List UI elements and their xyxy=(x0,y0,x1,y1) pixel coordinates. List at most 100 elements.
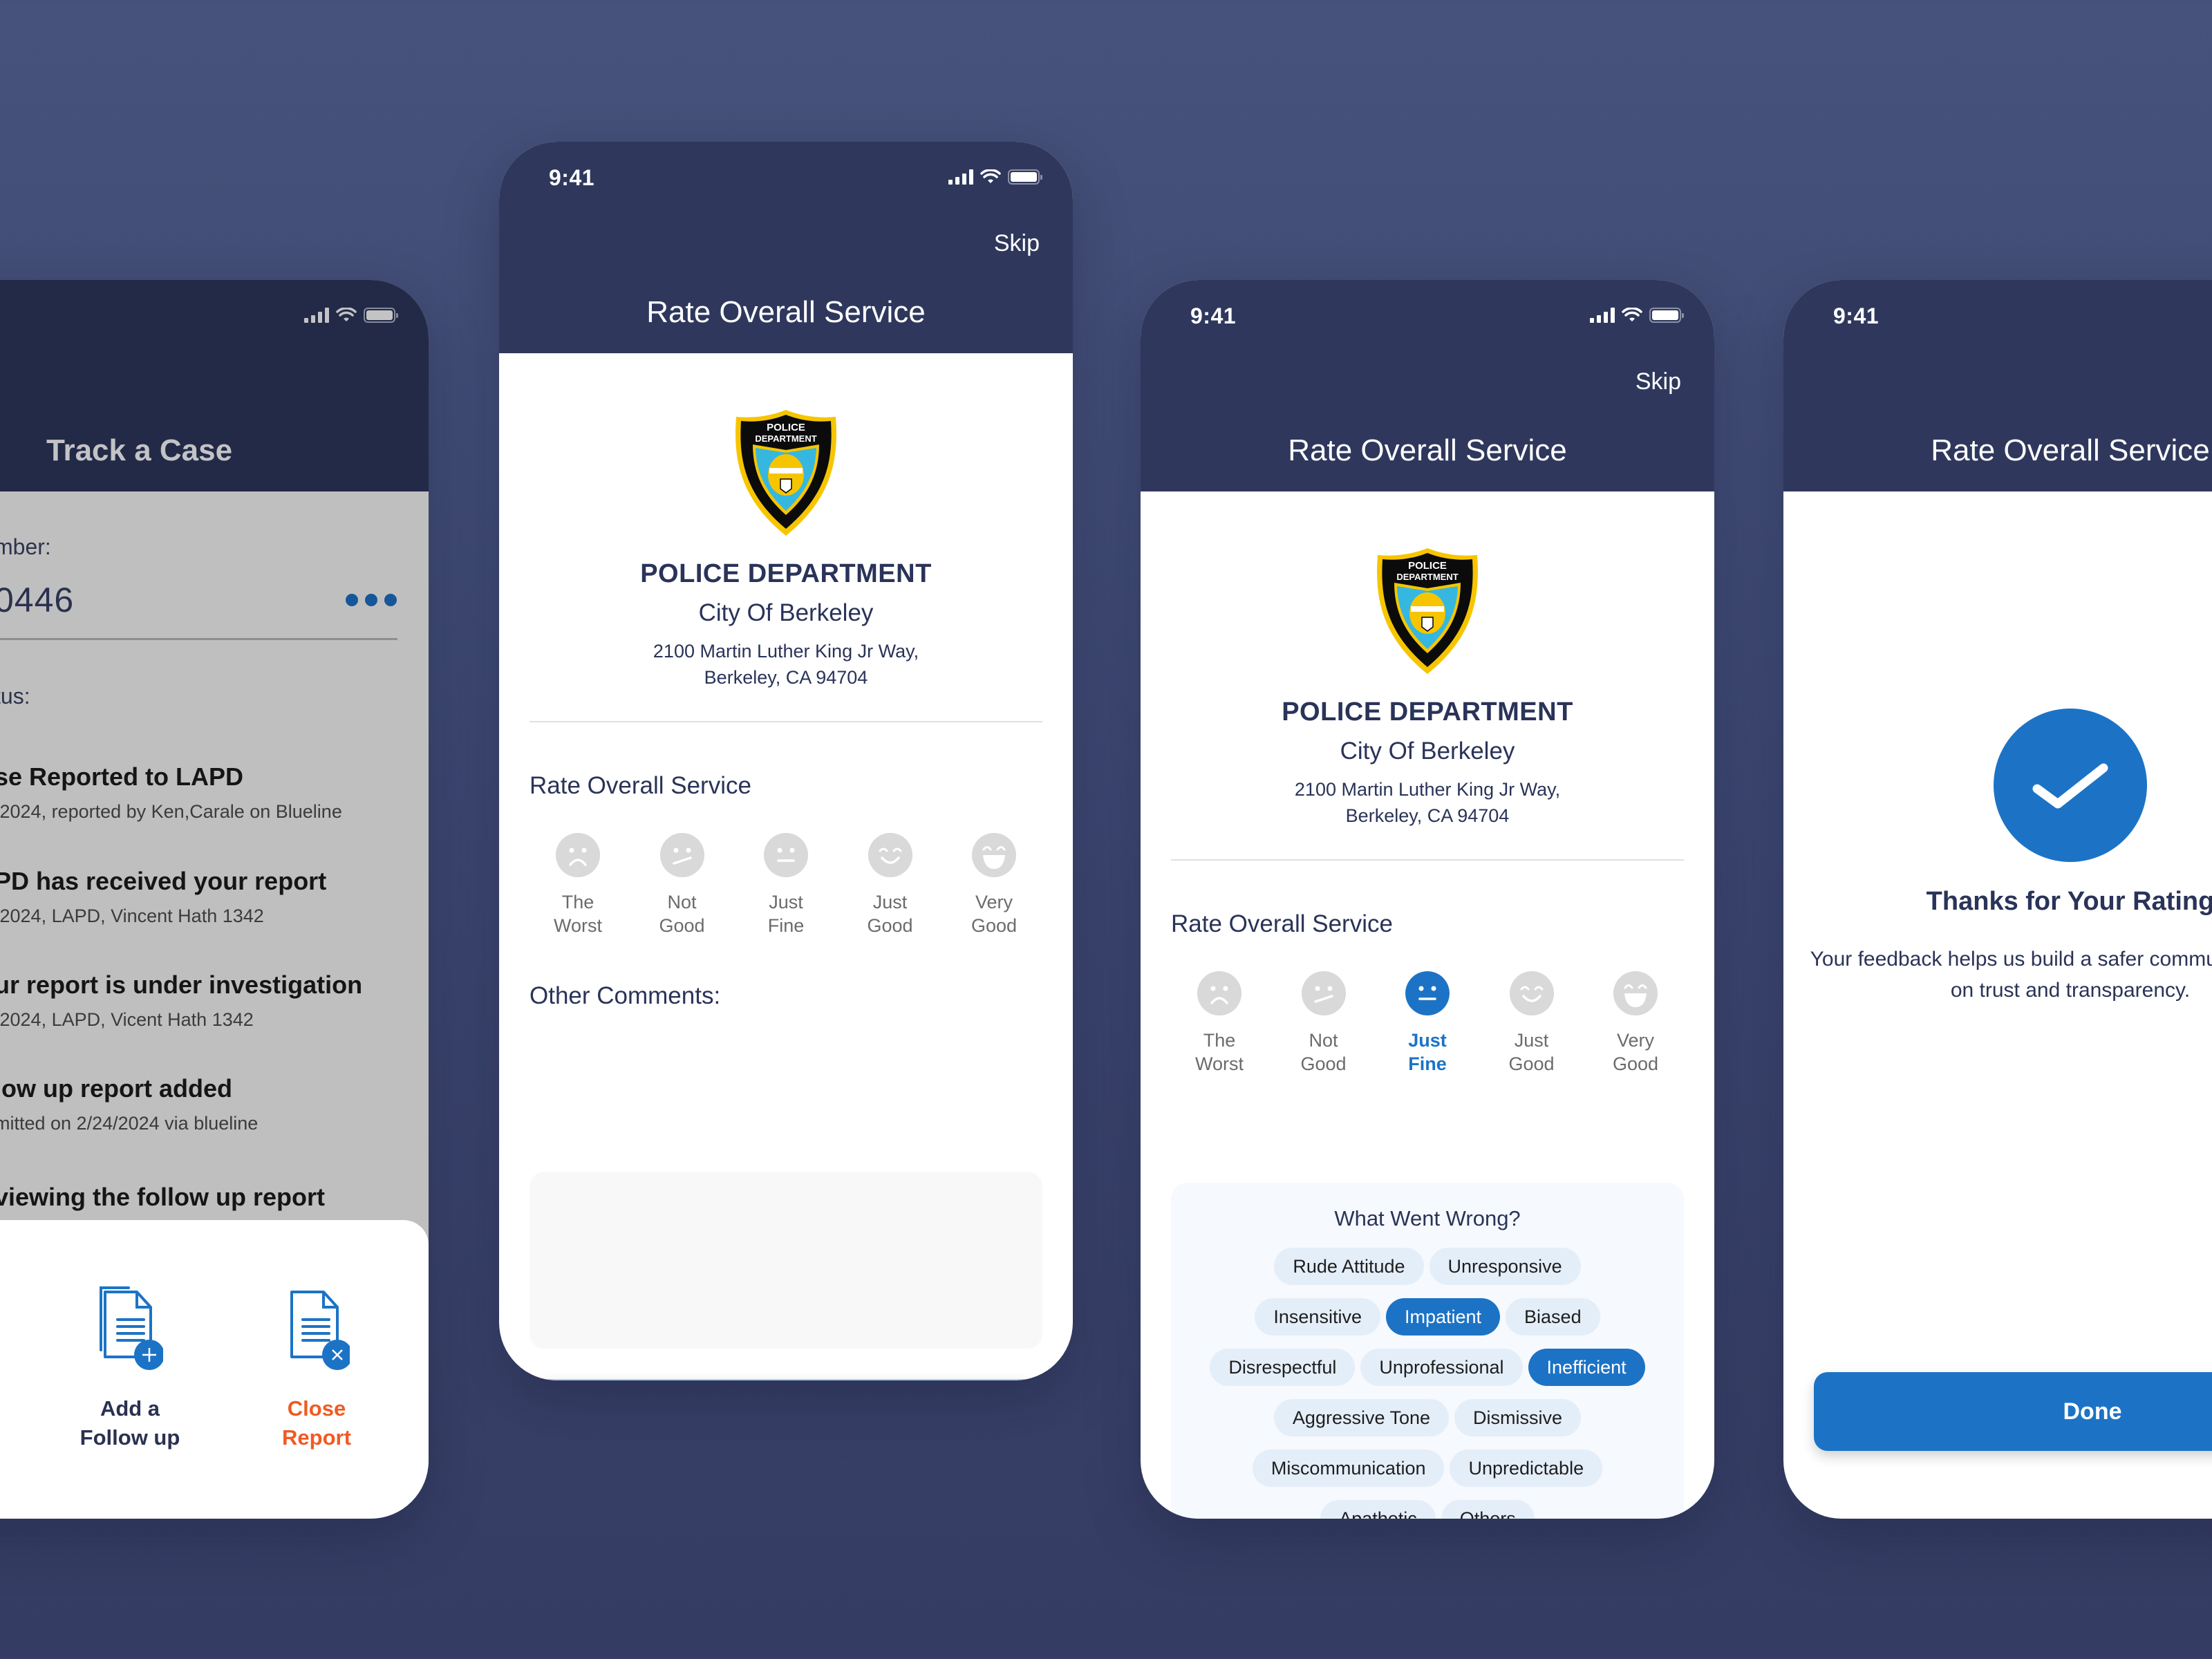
sad-face-icon xyxy=(1197,971,1241,1015)
svg-text:DEPARTMENT: DEPARTMENT xyxy=(1396,572,1458,582)
page-title: Rate Overall Service xyxy=(1288,433,1567,467)
rating-option-just-good[interactable]: Just Good xyxy=(1490,971,1573,1076)
checkmark-icon xyxy=(2032,763,2108,809)
comments-input[interactable] xyxy=(529,1172,1042,1349)
case-number-underline xyxy=(0,638,397,640)
skeptical-face-icon xyxy=(659,833,704,877)
rating-option-not-good[interactable]: Not Good xyxy=(1282,971,1365,1076)
department-city: City Of Berkeley xyxy=(1340,738,1515,765)
status-time: 9:41 xyxy=(1190,303,1237,328)
close-report-button[interactable]: Close Report xyxy=(247,1284,386,1452)
wifi-icon xyxy=(980,169,1001,183)
case-number-label: mber: xyxy=(0,534,51,559)
more-dot-icon xyxy=(384,594,397,606)
issue-chips: Rude Attitude Unresponsive Insensitive Impa… xyxy=(1171,1248,1684,1519)
rating-section-title: Rate Overall Service xyxy=(529,772,751,799)
add-follow-up-label: Add a Follow up xyxy=(79,1396,180,1450)
timeline-item: se Reported to LAPD /2024, reported by K… xyxy=(0,762,342,823)
page-title: Track a Case xyxy=(46,433,233,467)
case-number-value: 0446 xyxy=(0,581,75,619)
track-case-screen: Track a Case mber: 0446 tus: se Reported… xyxy=(0,280,429,1519)
wifi-icon xyxy=(336,308,357,321)
rating-option-very-good[interactable]: Very Good xyxy=(953,833,1035,938)
issue-chip-unpredictable[interactable]: Unpredictable xyxy=(1450,1450,1603,1487)
battery-icon xyxy=(364,308,398,323)
timeline-item-title: PD has received your report xyxy=(0,867,327,895)
address-line-2: Berkeley, CA 94704 xyxy=(1345,805,1510,827)
status-time: 9:41 xyxy=(1833,303,1880,328)
rate-service-screen: 9:41 Skip Rate Overall Service POLICE DE… xyxy=(499,142,1073,1380)
rating-label: Very Good xyxy=(971,892,1018,936)
page-title: Rate Overall Service xyxy=(646,295,926,329)
issue-chip-apathetic[interactable]: Apathetic xyxy=(1320,1500,1436,1519)
cellular-signal-icon xyxy=(1590,308,1615,323)
rating-label: The Worst xyxy=(553,892,602,936)
divider xyxy=(529,721,1042,722)
issue-chip-impatient-selected[interactable]: Impatient xyxy=(1385,1298,1501,1335)
rating-option-not-good[interactable]: Not Good xyxy=(641,833,724,938)
issue-chip-unprofessional[interactable]: Unprofessional xyxy=(1360,1349,1523,1386)
rating-option-just-fine[interactable]: Just Fine xyxy=(744,833,827,938)
issue-chip-aggressive-tone[interactable]: Aggressive Tone xyxy=(1273,1399,1450,1436)
rate-service-screen-selected: 9:41 Skip Rate Overall Service POLICE DE… xyxy=(1141,280,1714,1519)
issue-chip-rude-attitude[interactable]: Rude Attitude xyxy=(1274,1248,1424,1285)
action-sheet: Add a Follow up Close Report xyxy=(0,1220,429,1519)
issue-chip-others[interactable]: Others xyxy=(1441,1500,1535,1519)
timeline-item-title: viewing the follow up report xyxy=(0,1183,326,1211)
app-header: Track a Case xyxy=(0,280,429,491)
rating-options: The Worst Not Good Just Fine Just Good Very G… xyxy=(529,833,1042,938)
address-line-1: 2100 Martin Luther King Jr Way, xyxy=(1294,779,1561,800)
rating-option-very-good[interactable]: Very Good xyxy=(1594,971,1677,1076)
svg-text:POLICE: POLICE xyxy=(1408,560,1447,572)
neutral-face-icon xyxy=(764,833,808,877)
add-follow-up-button[interactable]: Add a Follow up xyxy=(61,1284,199,1452)
comments-label: Other Comments: xyxy=(529,982,721,1009)
timeline-item-title: low up report added xyxy=(0,1074,233,1103)
chip-row: Insensitive Impatient Biased xyxy=(1255,1298,1600,1335)
sad-face-icon xyxy=(556,833,600,877)
page-title: Rate Overall Service xyxy=(1931,433,2210,467)
done-button[interactable]: Done xyxy=(1814,1372,2212,1451)
rating-label: Just Good xyxy=(867,892,913,936)
app-header: 9:41 Rate Overall Service xyxy=(1783,280,2212,491)
rating-option-just-good[interactable]: Just Good xyxy=(849,833,932,938)
thanks-title: Thanks for Your Rating xyxy=(1926,887,2212,916)
rating-label: Not Good xyxy=(659,892,705,936)
issue-chip-unresponsive[interactable]: Unresponsive xyxy=(1429,1248,1581,1285)
grinning-face-icon xyxy=(972,833,1016,877)
more-options-button[interactable] xyxy=(346,594,397,606)
department-city: City Of Berkeley xyxy=(698,599,874,626)
issue-chip-inefficient-selected[interactable]: Inefficient xyxy=(1528,1349,1645,1386)
issue-chip-miscommunication[interactable]: Miscommunication xyxy=(1252,1450,1445,1487)
rating-label: Just Fine xyxy=(767,892,805,936)
issue-chip-disrespectful[interactable]: Disrespectful xyxy=(1210,1349,1356,1386)
issue-chip-biased[interactable]: Biased xyxy=(1506,1298,1600,1335)
more-dot-icon xyxy=(346,594,358,606)
rating-option-just-fine-selected[interactable]: Just Fine xyxy=(1386,971,1469,1076)
rating-option-the-worst[interactable]: The Worst xyxy=(536,833,619,938)
rating-label: Not Good xyxy=(1300,1030,1347,1074)
neutral-face-icon xyxy=(1405,971,1450,1015)
address-line-1: 2100 Martin Luther King Jr Way, xyxy=(653,641,919,662)
department-name: POLICE DEPARTMENT xyxy=(640,559,932,588)
wifi-icon xyxy=(1622,308,1642,321)
rating-option-the-worst[interactable]: The Worst xyxy=(1178,971,1261,1076)
issue-chip-insensitive[interactable]: Insensitive xyxy=(1255,1298,1380,1335)
skeptical-face-icon xyxy=(1301,971,1346,1015)
smiling-face-icon xyxy=(1509,971,1554,1015)
department-address: 2100 Martin Luther King Jr Way, Berkeley… xyxy=(499,638,1073,691)
status-bar-icons xyxy=(304,308,398,323)
thanks-message: Your feedback helps us build a safer com… xyxy=(1810,948,2212,1002)
chip-row: Rude Attitude Unresponsive xyxy=(1274,1248,1581,1285)
success-check-badge xyxy=(1994,709,2147,862)
skip-button[interactable]: Skip xyxy=(994,230,1040,257)
more-dot-icon xyxy=(365,594,377,606)
issue-chip-dismissive[interactable]: Dismissive xyxy=(1454,1399,1582,1436)
smiling-face-icon xyxy=(868,833,912,877)
status-time: 9:41 xyxy=(549,165,595,190)
skip-button[interactable]: Skip xyxy=(1635,368,1681,395)
timeline-item-subtitle: /2024, LAPD, Vicent Hath 1342 xyxy=(0,1009,254,1030)
address-line-2: Berkeley, CA 94704 xyxy=(704,667,868,688)
submit-button[interactable]: Submit xyxy=(529,1379,1042,1380)
svg-text:POLICE: POLICE xyxy=(767,422,805,433)
